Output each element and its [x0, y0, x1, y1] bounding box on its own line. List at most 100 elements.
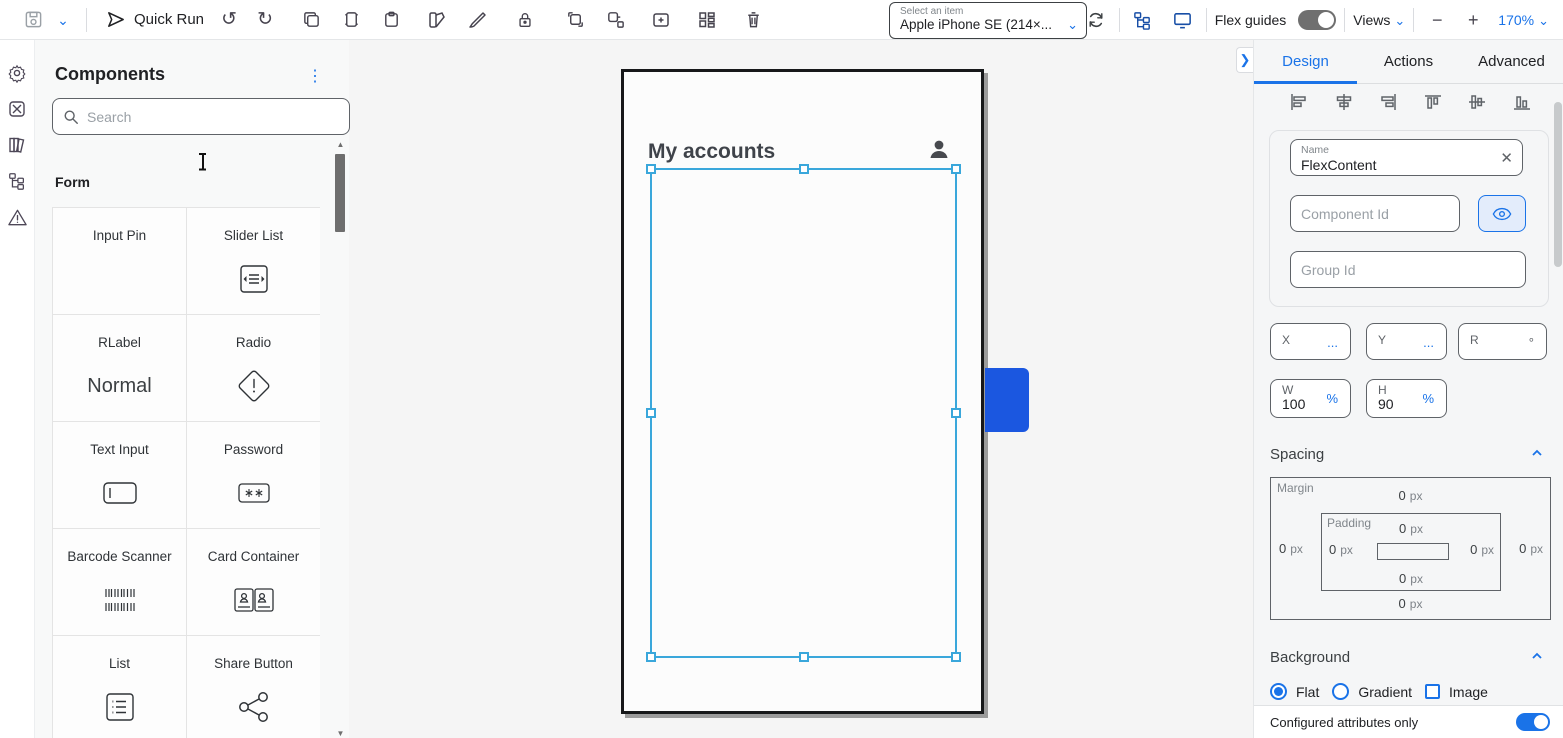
y-position-field[interactable]: Y ... — [1366, 323, 1447, 360]
padding-top-value[interactable]: 0px — [1399, 521, 1423, 536]
image-checkbox[interactable] — [1425, 684, 1440, 699]
rotation-field[interactable]: R ° — [1458, 323, 1547, 360]
component-tile-rlabel[interactable]: RLabel Normal — [52, 314, 186, 421]
redo-icon[interactable]: ↻ — [250, 5, 280, 35]
cut-icon[interactable] — [336, 5, 366, 35]
flat-radio[interactable] — [1270, 683, 1287, 700]
margin-left-value[interactable]: 0px — [1279, 541, 1303, 556]
visibility-eye-button[interactable] — [1478, 195, 1526, 232]
flexcontent-selection-box[interactable] — [650, 168, 957, 658]
spacing-collapse-chevron-icon[interactable] — [1531, 446, 1543, 458]
tab-actions[interactable]: Actions — [1357, 40, 1460, 83]
align-center-vertical-icon[interactable] — [1466, 92, 1488, 112]
library-icon[interactable] — [6, 134, 28, 156]
gradient-radio[interactable] — [1332, 683, 1349, 700]
resize-handle-n[interactable] — [799, 164, 809, 174]
hierarchy-icon[interactable] — [6, 170, 28, 192]
lock-icon[interactable] — [510, 5, 540, 35]
search-input[interactable] — [87, 109, 307, 125]
settings-gear-icon[interactable] — [6, 62, 28, 84]
align-right-icon[interactable] — [1377, 92, 1399, 112]
design-canvas[interactable]: My accounts ❯ — [349, 40, 1253, 738]
margin-top-value[interactable]: 0px — [1399, 488, 1423, 503]
w-unit[interactable]: % — [1326, 391, 1338, 406]
align-top-icon[interactable] — [1422, 92, 1444, 112]
content-box[interactable] — [1377, 543, 1449, 560]
group-id-input[interactable] — [1301, 262, 1515, 278]
brush-icon[interactable] — [462, 5, 492, 35]
copy-icon[interactable] — [296, 5, 326, 35]
components-menu-kebab-icon[interactable]: ⋮ — [307, 66, 323, 86]
name-input[interactable] — [1301, 157, 1512, 173]
component-tile-password[interactable]: Password — [186, 421, 320, 528]
resize-handle-nw[interactable] — [646, 164, 656, 174]
components-search-box[interactable] — [52, 98, 350, 135]
paste-icon[interactable] — [376, 5, 406, 35]
components-scrollbar[interactable]: ▲ ▼ — [335, 140, 346, 738]
layout-icon[interactable] — [692, 5, 722, 35]
component-id-input[interactable] — [1301, 206, 1449, 222]
x-position-field[interactable]: X ... — [1270, 323, 1351, 360]
resize-handle-ne[interactable] — [951, 164, 961, 174]
group-icon[interactable] — [560, 5, 590, 35]
quick-run-button[interactable]: Quick Run — [105, 9, 204, 30]
flex-guides-toggle[interactable] — [1298, 10, 1336, 30]
padding-left-value[interactable]: 0px — [1329, 542, 1353, 557]
panel-collapse-chevron-icon[interactable]: ❯ — [1236, 47, 1253, 73]
resize-handle-w[interactable] — [646, 408, 656, 418]
user-avatar-icon[interactable] — [925, 136, 953, 169]
padding-right-value[interactable]: 0px — [1470, 542, 1494, 557]
styles-icon[interactable] — [422, 5, 452, 35]
device-selector[interactable]: Select an item Apple iPhone SE (214×... … — [889, 2, 1087, 39]
warnings-icon[interactable] — [6, 206, 28, 228]
h-unit[interactable]: % — [1422, 391, 1434, 406]
tab-design[interactable]: Design — [1254, 40, 1357, 83]
x-more[interactable]: ... — [1327, 335, 1338, 350]
add-frame-icon[interactable] — [646, 5, 676, 35]
resize-handle-s[interactable] — [799, 652, 809, 662]
component-tile-share-button[interactable]: Share Button — [186, 635, 320, 738]
component-tile-list[interactable]: List — [52, 635, 186, 738]
zoom-level[interactable]: 170% — [1498, 12, 1534, 28]
tree-view-icon[interactable] — [1128, 5, 1158, 35]
width-field[interactable]: W 100 % — [1270, 379, 1351, 418]
clear-name-icon[interactable]: ✕ — [1500, 149, 1513, 167]
resize-handle-sw[interactable] — [646, 652, 656, 662]
component-tile-slider-list[interactable]: Slider List — [186, 207, 320, 314]
name-field[interactable]: Name ✕ — [1290, 139, 1523, 176]
monitor-icon[interactable] — [1168, 5, 1198, 35]
scroll-up-icon[interactable]: ▲ — [335, 140, 346, 149]
margin-right-value[interactable]: 0px — [1519, 541, 1543, 556]
inspector-scrollbar-thumb[interactable] — [1554, 102, 1562, 267]
component-tile-radio[interactable]: Radio — [186, 314, 320, 421]
configured-attributes-toggle[interactable] — [1516, 713, 1550, 731]
background-collapse-chevron-icon[interactable] — [1531, 649, 1543, 661]
y-more[interactable]: ... — [1423, 335, 1434, 350]
undo-icon[interactable]: ↺ — [214, 5, 244, 35]
align-center-horizontal-icon[interactable] — [1333, 92, 1355, 112]
tab-advanced[interactable]: Advanced — [1460, 40, 1563, 83]
zoom-in-icon[interactable]: + — [1458, 5, 1488, 35]
align-left-icon[interactable] — [1288, 92, 1310, 112]
zoom-out-icon[interactable]: − — [1422, 5, 1452, 35]
delete-icon[interactable] — [738, 5, 768, 35]
component-tile-card-container[interactable]: Card Container — [186, 528, 320, 635]
resize-handle-e[interactable] — [951, 408, 961, 418]
component-id-field[interactable] — [1290, 195, 1460, 232]
scroll-down-icon[interactable]: ▼ — [335, 729, 346, 738]
height-field[interactable]: H 90 % — [1366, 379, 1447, 418]
resources-icon[interactable] — [6, 98, 28, 120]
ungroup-icon[interactable] — [600, 5, 630, 35]
margin-bottom-value[interactable]: 0px — [1399, 596, 1423, 611]
save-icon[interactable] — [18, 5, 48, 35]
component-tile-barcode-scanner[interactable]: Barcode Scanner — [52, 528, 186, 635]
views-dropdown[interactable]: Views — [1353, 12, 1390, 28]
padding-bottom-value[interactable]: 0px — [1399, 571, 1423, 586]
group-id-field[interactable] — [1290, 251, 1526, 288]
component-tile-input-pin[interactable]: Input Pin — [52, 207, 186, 314]
save-menu-chevron-icon[interactable]: ⌄ — [48, 5, 78, 35]
offscreen-blue-element[interactable] — [985, 368, 1029, 432]
refresh-icon[interactable] — [1081, 5, 1111, 35]
component-tile-text-input[interactable]: Text Input — [52, 421, 186, 528]
scrollbar-thumb[interactable] — [335, 154, 345, 232]
